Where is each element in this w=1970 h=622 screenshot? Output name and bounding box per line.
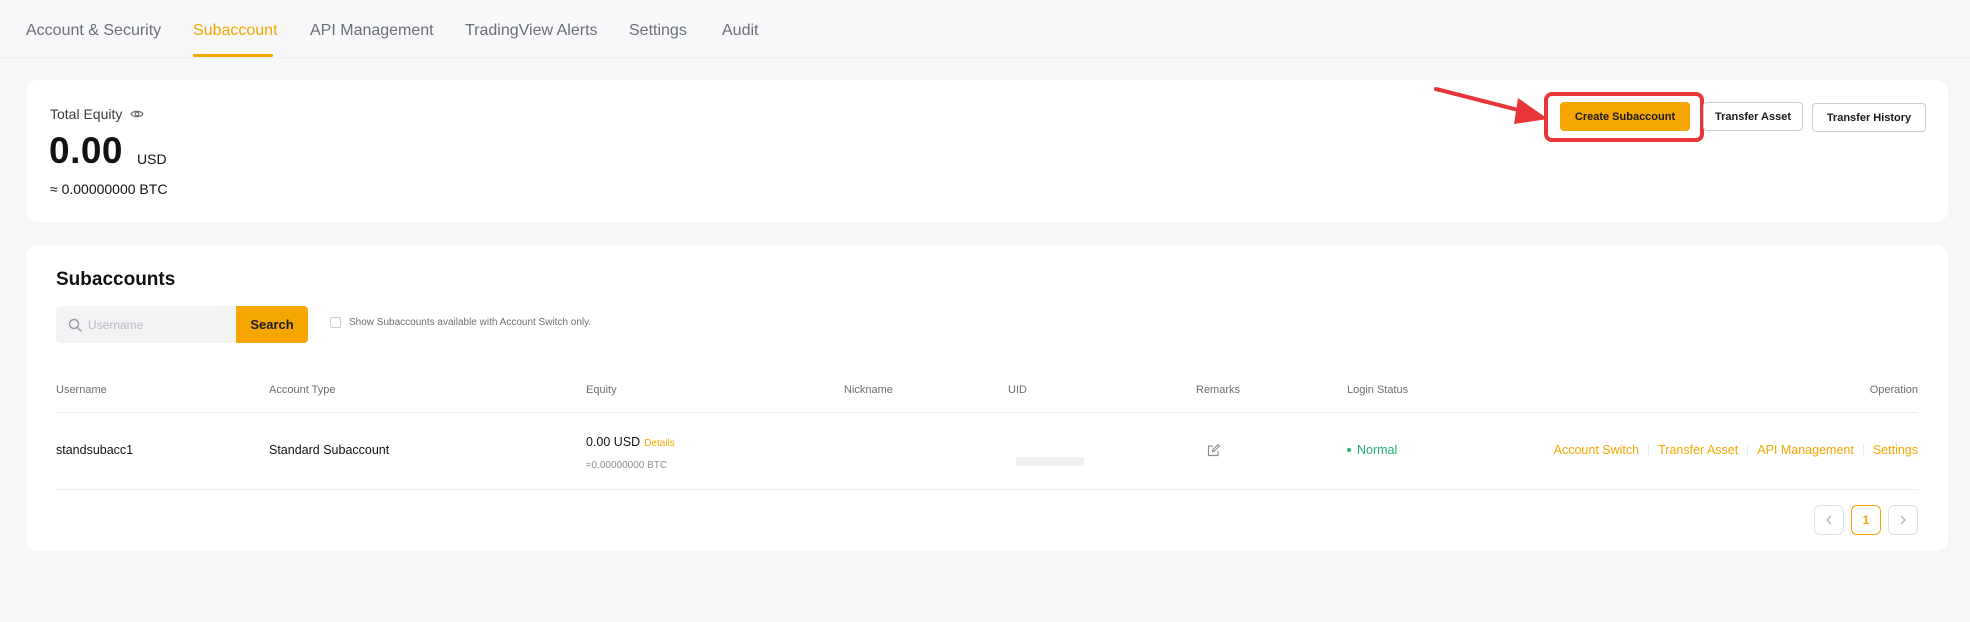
column-header-uid: UID bbox=[1008, 384, 1027, 396]
account-switch-link[interactable]: Account Switch bbox=[1554, 443, 1639, 457]
equity-summary-card: Total Equity 0.00 USD ≈ 0.00000000 BTC C… bbox=[26, 80, 1948, 222]
total-equity-label: Total Equity bbox=[50, 106, 123, 122]
row-username: standsubacc1 bbox=[56, 443, 134, 457]
login-status: Normal bbox=[1347, 443, 1397, 457]
total-equity-label-row: Total Equity bbox=[50, 106, 145, 122]
uid-masked-value bbox=[1016, 457, 1084, 466]
row-account-type: Standard Subaccount bbox=[269, 443, 390, 457]
tab-settings[interactable]: Settings bbox=[629, 22, 687, 40]
row-equity-value: 0.00 USD bbox=[586, 435, 641, 449]
column-header-login-status: Login Status bbox=[1347, 384, 1409, 396]
operation-divider bbox=[1862, 445, 1864, 455]
search-icon bbox=[68, 318, 82, 332]
tab-subaccount[interactable]: Subaccount bbox=[193, 22, 278, 40]
create-subaccount-button[interactable]: Create Subaccount bbox=[1560, 102, 1690, 131]
prev-page-button[interactable] bbox=[1814, 505, 1844, 535]
row-transfer-asset-link[interactable]: Transfer Asset bbox=[1658, 443, 1738, 457]
tab-api-management[interactable]: API Management bbox=[310, 22, 434, 40]
row-equity-btc: ≈0.00000000 BTC bbox=[586, 460, 668, 471]
column-header-username: Username bbox=[56, 384, 107, 396]
page-number-button[interactable]: 1 bbox=[1851, 505, 1881, 535]
tab-audit[interactable]: Audit bbox=[722, 22, 758, 40]
row-divider bbox=[56, 489, 1918, 490]
row-api-management-link[interactable]: API Management bbox=[1757, 443, 1854, 457]
edit-icon[interactable] bbox=[1207, 443, 1221, 457]
column-header-remarks: Remarks bbox=[1196, 384, 1241, 396]
row-settings-link[interactable]: Settings bbox=[1873, 443, 1918, 457]
tab-tradingview-alerts[interactable]: TradingView Alerts bbox=[465, 22, 598, 40]
total-equity-value: 0.00 bbox=[49, 130, 124, 171]
status-dot-icon bbox=[1347, 448, 1351, 452]
column-header-nickname: Nickname bbox=[844, 384, 893, 396]
transfer-history-button[interactable]: Transfer History bbox=[1812, 103, 1926, 132]
total-equity-unit: USD bbox=[137, 151, 167, 167]
total-equity-btc: ≈ 0.00000000 BTC bbox=[50, 181, 168, 197]
top-tab-bar: Account & Security Subaccount API Manage… bbox=[0, 0, 1970, 58]
account-switch-filter[interactable]: Show Subaccounts available with Account … bbox=[330, 317, 591, 328]
header-divider bbox=[56, 412, 1918, 413]
operation-divider bbox=[1747, 445, 1749, 455]
column-header-equity: Equity bbox=[586, 384, 617, 396]
account-switch-checkbox[interactable] bbox=[330, 317, 341, 328]
annotation-arrow-icon bbox=[1434, 87, 1548, 124]
transfer-asset-button[interactable]: Transfer Asset bbox=[1703, 102, 1803, 131]
active-tab-indicator bbox=[193, 54, 273, 57]
row-equity: 0.00 USD Details bbox=[586, 435, 675, 449]
column-header-account-type: Account Type bbox=[269, 384, 336, 396]
login-status-label: Normal bbox=[1357, 443, 1398, 457]
subaccounts-card: Subaccounts Search Show Subaccounts avai… bbox=[26, 245, 1948, 551]
section-title: Subaccounts bbox=[56, 269, 176, 290]
eye-icon[interactable] bbox=[130, 109, 145, 119]
username-search-input[interactable] bbox=[88, 317, 228, 332]
column-header-operation: Operation bbox=[1869, 384, 1918, 396]
tab-account-security[interactable]: Account & Security bbox=[26, 22, 161, 40]
chevron-right-icon bbox=[1900, 515, 1906, 525]
search-box bbox=[56, 306, 237, 343]
account-switch-filter-label: Show Subaccounts available with Account … bbox=[349, 317, 592, 328]
row-operations: Account Switch Transfer Asset API Manage… bbox=[1554, 443, 1918, 457]
next-page-button[interactable] bbox=[1888, 505, 1918, 535]
search-button[interactable]: Search bbox=[236, 306, 308, 343]
operation-divider bbox=[1648, 445, 1650, 455]
details-link[interactable]: Details bbox=[644, 438, 675, 449]
chevron-left-icon bbox=[1826, 515, 1832, 525]
